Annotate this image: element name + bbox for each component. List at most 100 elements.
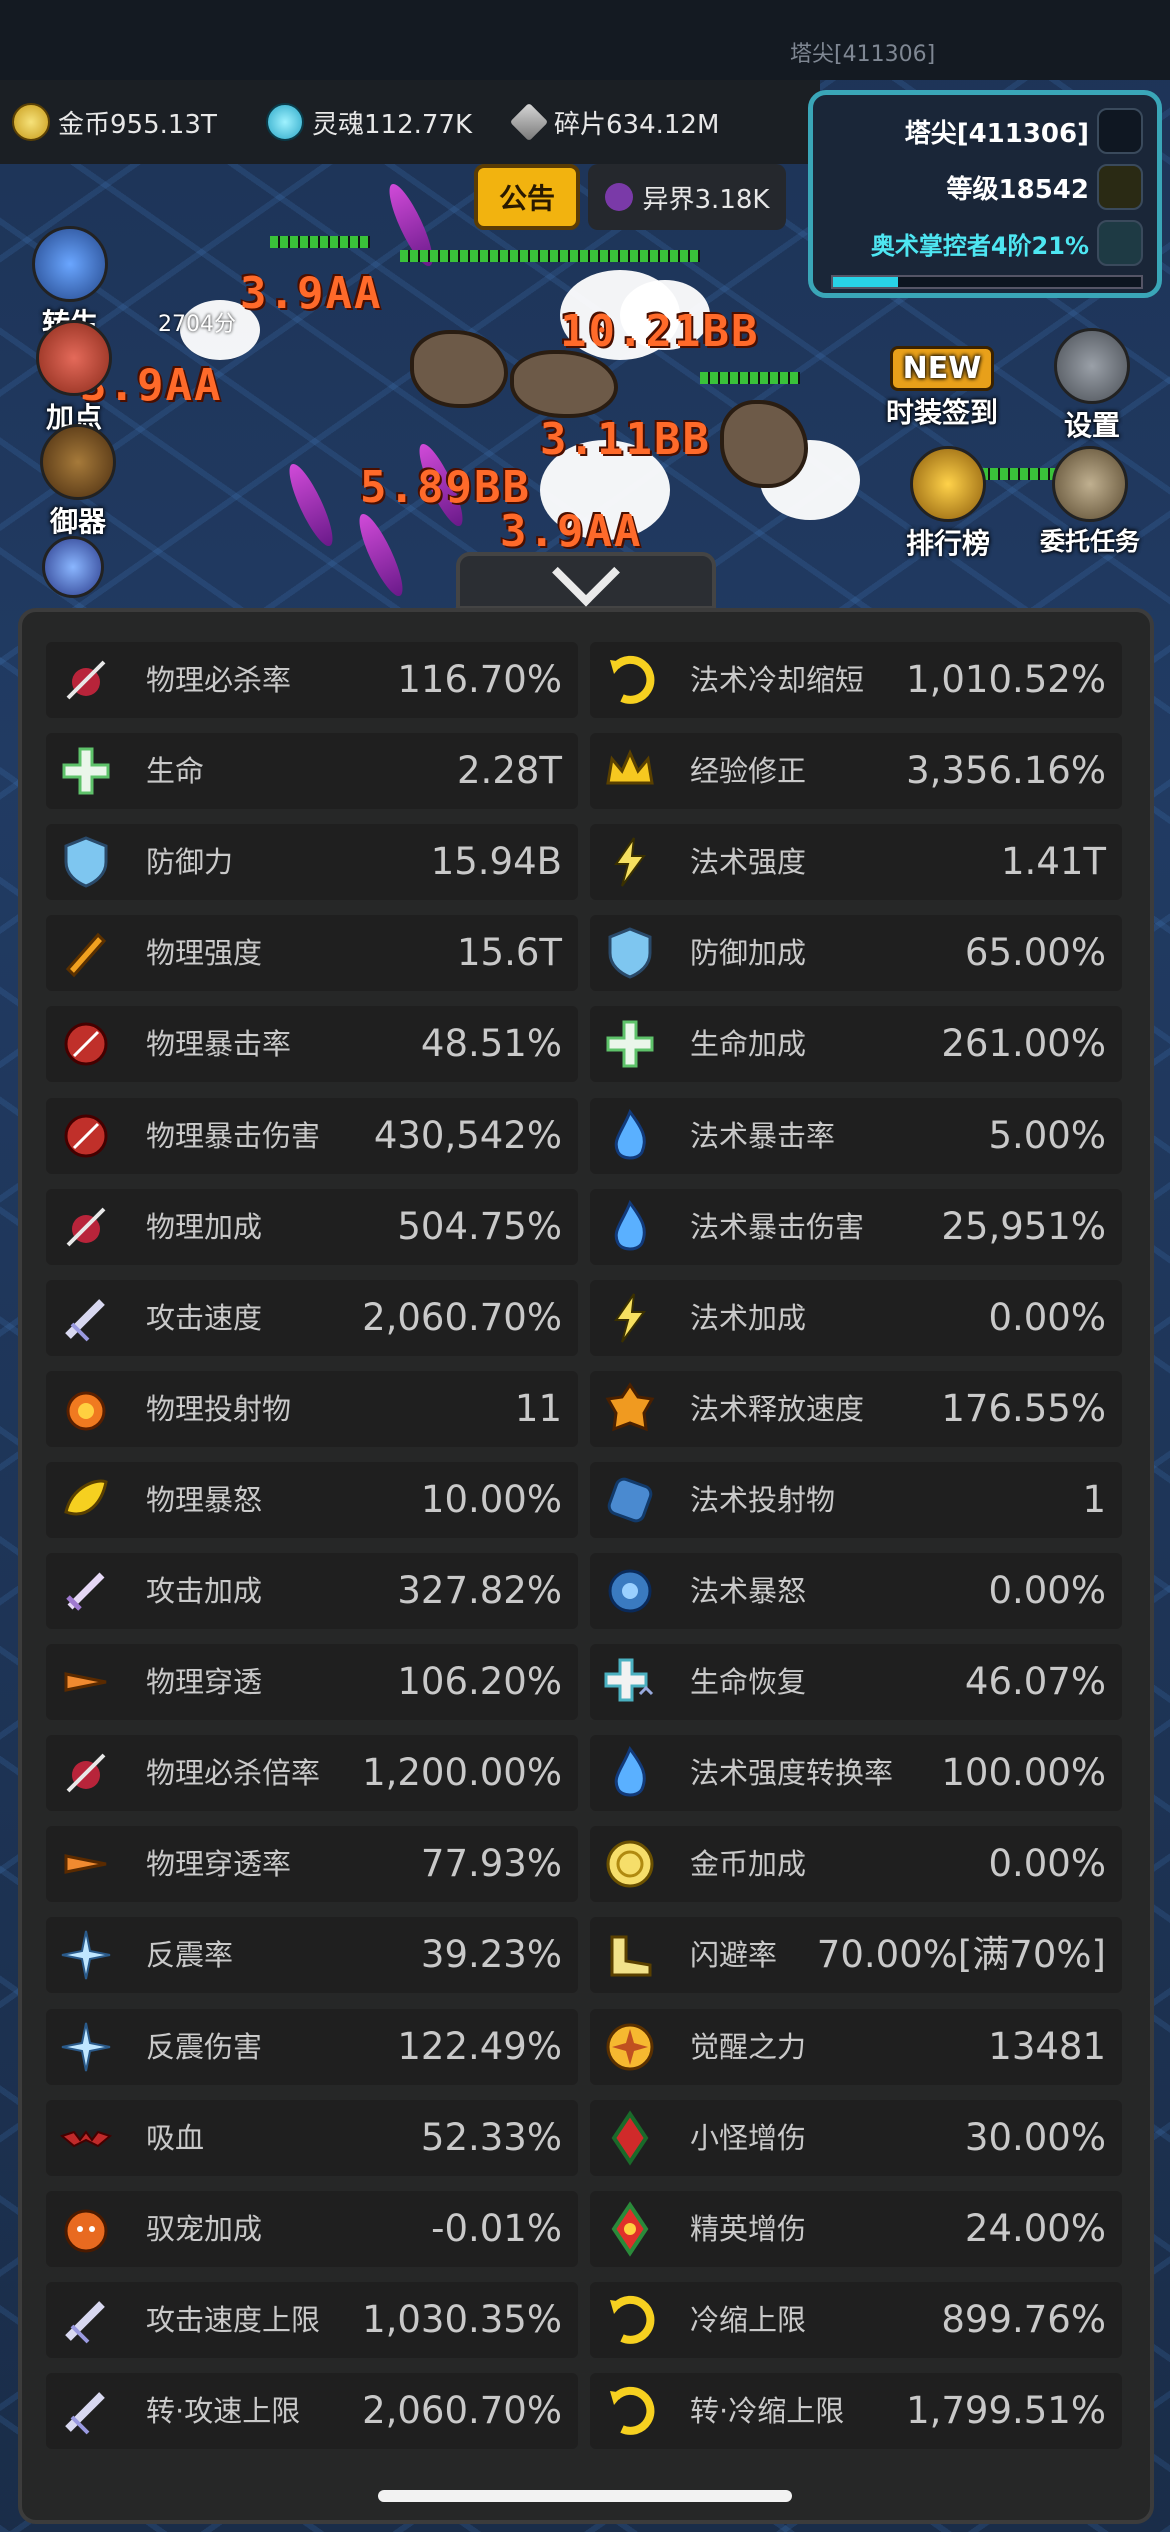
collapse-panel-button[interactable] — [456, 538, 716, 610]
bat-icon — [58, 2110, 114, 2166]
stat-value: 70.00%[满70%] — [816, 1933, 1106, 1977]
stat-value: 261.00% — [941, 1022, 1106, 1066]
attribute-stats-panel[interactable]: 物理必杀率 116.70% 生命 2.28T 防御力 15.94B 物理强度 15.6T 物理暴… — [18, 608, 1154, 2524]
damage-number: 3.11BB — [540, 414, 711, 465]
stat-row-right: 法术投射物 1 — [590, 1461, 1122, 1538]
stat-label: 法术暴怒 — [690, 1574, 807, 1608]
fashion-checkin-label: 时装签到 — [886, 396, 999, 429]
resource-gold-label: 金币955.13T — [58, 109, 217, 140]
stat-value: 30.00% — [964, 2115, 1106, 2159]
fashion-checkin-button[interactable]: NEW 时装签到 — [886, 346, 998, 431]
stat-row-right: 觉醒之力 13481 — [590, 2008, 1122, 2085]
stat-label: 生命加成 — [690, 1027, 807, 1062]
gold-coin-icon — [12, 103, 50, 141]
stat-label: 攻击速度上限 — [146, 2302, 321, 2337]
stat-value: 1,799.51% — [906, 2388, 1106, 2432]
resource-fragment-label: 碎片634.12M — [554, 109, 720, 140]
stat-label: 觉醒之力 — [690, 2029, 807, 2064]
enemy-health-bar — [700, 372, 800, 384]
stat-row-right: 防御加成 65.00% — [590, 915, 1122, 992]
stat-value: 24.00% — [964, 2206, 1106, 2250]
stat-label: 精英增伤 — [690, 2211, 807, 2246]
home-indicator[interactable] — [378, 2490, 792, 2502]
stat-value: 1,200.00% — [362, 1751, 562, 1795]
stat-label: 物理暴怒 — [146, 1482, 263, 1517]
stat-row-left: 吸血 52.33% — [46, 2099, 578, 2176]
stat-label: 防御加成 — [690, 936, 807, 971]
stat-value: 1,030.35% — [362, 2297, 562, 2341]
add-points-button[interactable]: 加点 — [36, 320, 112, 436]
stat-label: 物理必杀率 — [146, 663, 292, 697]
attack-speed-icon — [58, 1290, 114, 1346]
spell-projectile-icon — [602, 1472, 658, 1528]
stat-label: 物理投射物 — [146, 1391, 292, 1426]
stat-value: 0.00% — [988, 1569, 1106, 1612]
stat-value: 2,060.70% — [362, 1295, 562, 1339]
stat-label: 物理强度 — [146, 936, 263, 971]
stat-value: 52.33% — [420, 2115, 562, 2159]
damage-number: 10.21BB — [560, 306, 760, 357]
stat-row-right: 经验修正 3,356.16% — [590, 733, 1122, 810]
blue-flame-icon — [602, 1199, 658, 1255]
stat-value: 15.94B — [430, 840, 562, 884]
stat-row-left: 物理穿透率 77.93% — [46, 1826, 578, 1903]
stat-row-right: 法术释放速度 176.55% — [590, 1370, 1122, 1447]
stat-label: 闪避率 — [690, 1938, 778, 1973]
stat-label: 法术投射物 — [690, 1482, 836, 1517]
stat-row-left: 物理暴击伤害 430,542% — [46, 1097, 578, 1174]
swirl-icon — [1097, 220, 1143, 266]
stat-row-left: 反震率 39.23% — [46, 1917, 578, 1994]
pet-icon — [58, 2201, 114, 2257]
leaderboard-button[interactable]: 排行榜 — [906, 446, 990, 562]
stat-row-left: 物理穿透 106.20% — [46, 1644, 578, 1721]
stat-row-left: 物理投射物 11 — [46, 1370, 578, 1447]
stat-value: 430,542% — [373, 1113, 562, 1157]
stat-row-left: 物理加成 504.75% — [46, 1188, 578, 1265]
stat-row-left: 物理暴怒 10.00% — [46, 1461, 578, 1538]
stat-label: 物理穿透率 — [146, 1847, 292, 1882]
hud-tower-label: 塔尖[411306] — [904, 118, 1089, 149]
stat-value: 65.00% — [964, 931, 1106, 975]
attack-speed-icon — [58, 2292, 114, 2348]
kill-icon — [58, 1199, 114, 1255]
stat-row-left: 转·攻速上限 2,060.70% — [46, 2372, 578, 2449]
settings-button[interactable]: 设置 — [1054, 328, 1130, 444]
stat-value: 5.00% — [988, 1113, 1106, 1157]
stat-row-right: 法术暴击率 5.00% — [590, 1097, 1122, 1174]
stat-row-left: 驭宠加成 -0.01% — [46, 2190, 578, 2267]
shield-icon — [58, 834, 114, 890]
hud-tower-row: 塔尖[411306] — [833, 107, 1143, 155]
stat-row-left: 攻击加成 327.82% — [46, 1553, 578, 1629]
cooldown-icon — [602, 2383, 658, 2439]
guard-button[interactable]: 御器 — [40, 424, 116, 540]
stat-value: 39.23% — [420, 1933, 562, 1977]
stat-value: 1,010.52% — [906, 658, 1106, 701]
notice-button[interactable]: 公告 — [474, 164, 580, 230]
minion-damage-icon — [602, 2109, 658, 2166]
portal-icon — [604, 183, 633, 211]
stat-value: 2,060.70% — [362, 2388, 562, 2432]
stat-label: 反震率 — [146, 1938, 234, 1973]
rebirth-points: 2704分 — [158, 312, 236, 337]
life-cross-icon — [58, 743, 114, 799]
quests-button[interactable]: 委托任务 — [1040, 446, 1140, 558]
stat-value: 13481 — [988, 2024, 1106, 2068]
player-hud-panel[interactable]: 塔尖[411306] 等级18542 奥术掌控者4阶21% — [808, 90, 1162, 298]
stat-value: 10.00% — [420, 1477, 562, 1521]
stat-value: 1.41T — [1001, 840, 1106, 884]
stat-row-right: 闪避率 70.00%[满70%] — [590, 1917, 1122, 1994]
star-badge-button[interactable] — [42, 536, 104, 598]
stat-label: 转·攻速上限 — [146, 2393, 301, 2428]
stat-label: 小怪增伤 — [690, 2120, 807, 2155]
stat-row-right: 法术暴怒 0.00% — [590, 1553, 1122, 1629]
otherworld-button[interactable]: 异界3.18K — [588, 164, 786, 230]
damage-number: 3.9AA — [500, 506, 643, 557]
stat-row-left: 物理必杀倍率 1,200.00% — [46, 1735, 578, 1812]
stat-row-left: 物理必杀率 116.70% — [46, 642, 578, 718]
stat-row-left: 物理强度 15.6T — [46, 915, 578, 992]
crit-icon — [58, 1016, 114, 1072]
stat-value: 0.00% — [988, 1295, 1106, 1339]
stat-label: 物理加成 — [146, 1209, 263, 1244]
stat-value: 46.07% — [964, 1660, 1106, 1704]
stat-label: 攻击速度 — [146, 1300, 263, 1335]
